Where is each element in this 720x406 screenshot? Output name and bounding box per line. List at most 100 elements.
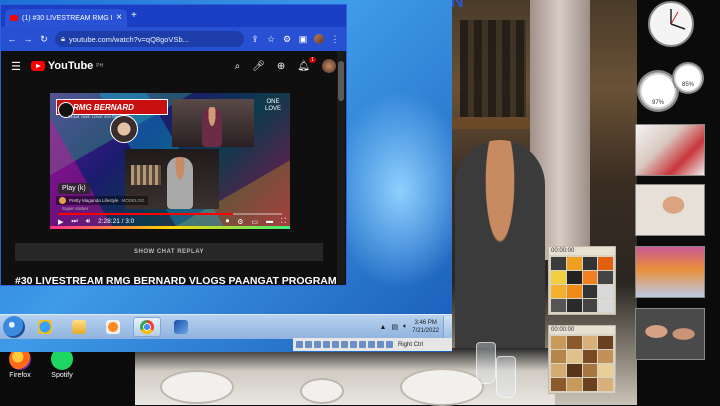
lock-icon: 🔒︎ — [61, 34, 65, 43]
taskbar-media-player[interactable] — [99, 317, 127, 337]
share-icon[interactable]: ⇪ — [250, 34, 260, 45]
start-orb-icon[interactable] — [3, 316, 25, 338]
folder-icon — [72, 320, 86, 334]
close-tab-icon[interactable]: × — [116, 13, 122, 23]
video-player[interactable]: RMG BERNARD TEAM ONE LOVE EDITING ONE LO… — [50, 93, 290, 229]
microphone-icon[interactable]: 🎤︎ — [252, 61, 265, 72]
optical-drive-icon[interactable] — [305, 341, 312, 348]
display-icon[interactable] — [350, 341, 357, 348]
tray-expand-icon[interactable]: ▲ — [380, 324, 387, 331]
notifications-bell-icon[interactable]: 🔔︎ 1 — [297, 56, 316, 72]
taskbar-clock[interactable]: 3:46 PM 7/21/2022 — [412, 319, 439, 335]
progress-bar[interactable] — [58, 213, 282, 215]
network-icon[interactable]: ▤ — [391, 323, 398, 331]
bottle-shelf — [460, 20, 526, 120]
decorative-strip — [50, 226, 290, 229]
virtual-machine-window: (1) #30 LIVESTREAM RMG BERNA × + ← → ↻ 🔒… — [0, 0, 452, 352]
plate — [300, 378, 344, 404]
keyboard-icon[interactable] — [386, 341, 393, 348]
guest-portrait — [110, 115, 138, 143]
youtube-header: ☰ YouTube PH ⌕ 🎤︎ ⊕ 🔔︎ 1 — [1, 51, 346, 81]
network-adapter-icon[interactable] — [323, 341, 330, 348]
recording-icon[interactable] — [359, 341, 366, 348]
back-icon[interactable]: ← — [7, 34, 17, 44]
system-tray: ▲ ▤ 🔈︎ 3:46 PM 7/21/2022 — [380, 319, 443, 335]
cpu-gauge-value: 97% — [651, 100, 664, 106]
memory-gauge-value: 85% — [681, 82, 694, 88]
volume-icon[interactable]: 🔊︎ — [86, 218, 90, 226]
puzzle-gadget[interactable]: 00:00:00 — [548, 246, 616, 315]
taskbar-file-explorer[interactable] — [65, 317, 93, 337]
puzzle-timer: 00:00:00 — [551, 248, 575, 254]
tray-volume-icon[interactable]: 🔈︎ — [403, 323, 407, 331]
shared-folder-icon[interactable] — [341, 341, 348, 348]
banner-title: RMG BERNARD — [73, 102, 134, 112]
chrome-window: (1) #30 LIVESTREAM RMG BERNA × + ← → ↻ 🔒… — [0, 4, 347, 287]
video-title: #30 LIVESTREAM RMG BERNARD VLOGS PAANGAT… — [15, 275, 337, 287]
bookmark-star-icon[interactable]: ☆ — [266, 34, 276, 45]
desktop-icon-spotify[interactable]: Spotify — [42, 348, 82, 379]
play-icon[interactable]: ▶ — [58, 218, 63, 226]
menu-icon[interactable]: ⋮ — [330, 34, 340, 45]
host-key-label: Right Ctrl — [398, 341, 424, 348]
show-desktop-button[interactable] — [443, 316, 452, 338]
tab-youtube[interactable]: (1) #30 LIVESTREAM RMG BERNA × — [5, 9, 127, 27]
forward-icon[interactable]: → — [23, 34, 33, 44]
taskbar-remote-desktop[interactable] — [167, 317, 195, 337]
internet-explorer-icon — [38, 320, 52, 334]
slideshow-thumb[interactable] — [635, 124, 705, 176]
slideshow-thumb[interactable] — [635, 184, 705, 236]
youtube-logo[interactable]: YouTube PH — [30, 60, 103, 72]
fullscreen-icon[interactable]: ⛶ — [281, 218, 286, 226]
profile-avatar[interactable] — [314, 34, 324, 44]
settings-gear-icon[interactable]: ⚙ — [237, 218, 243, 226]
clock-gadget — [648, 1, 694, 47]
show-chat-replay-button[interactable]: SHOW CHAT REPLAY — [15, 243, 323, 261]
puzzle-gadget[interactable]: 00:00:00 — [548, 325, 616, 394]
cpu-icon[interactable] — [368, 341, 375, 348]
desktop-icon-firefox[interactable]: Firefox — [0, 348, 40, 379]
miniplayer-icon[interactable]: ▭ — [251, 218, 258, 226]
audio-icon[interactable] — [314, 341, 321, 348]
youtube-header-actions: ⌕ 🎤︎ ⊕ 🔔︎ 1 — [235, 56, 336, 73]
chat-author: Pretty Maganda Lifestyle — [69, 198, 119, 203]
youtube-play-icon — [30, 61, 45, 71]
windows-taskbar: ▲ ▤ 🔈︎ 3:46 PM 7/21/2022 — [0, 314, 452, 339]
create-video-icon[interactable]: ⊕ — [277, 61, 285, 72]
chat-overlay-item: Pretty Maganda Lifestyle MODELOG — [56, 196, 148, 205]
taskbar-chrome[interactable] — [133, 317, 161, 337]
sidebar-icon[interactable]: ▣ — [298, 34, 308, 45]
media-player-icon — [106, 320, 120, 334]
search-icon[interactable]: ⌕ — [235, 61, 241, 72]
harddisk-icon[interactable] — [296, 341, 303, 348]
theater-icon[interactable]: ▬ — [266, 218, 273, 226]
play-tooltip: Play (k) — [58, 183, 90, 194]
account-avatar[interactable] — [322, 59, 336, 73]
remote-desktop-icon — [174, 320, 188, 334]
hamburger-menu-icon[interactable]: ☰ — [11, 60, 21, 73]
desktop-icon-label: Firefox — [9, 372, 31, 379]
autoplay-toggle-icon[interactable]: ⏺ — [226, 218, 230, 226]
progress-fill — [58, 213, 233, 215]
new-tab-button[interactable]: + — [131, 11, 137, 21]
channel-banner: RMG BERNARD — [56, 99, 168, 118]
one-love-logo: ONE LOVE — [264, 99, 281, 112]
slideshow-thumb[interactable] — [635, 246, 705, 298]
slideshow-thumb[interactable] — [635, 308, 705, 360]
next-icon[interactable]: ⏭ — [71, 218, 77, 226]
address-bar[interactable]: 🔒︎ youtube.com/watch?v=qQ8goVSb... — [55, 31, 244, 47]
url-text: youtube.com/watch?v=qQ8goVSb... — [69, 34, 189, 44]
mouse-integration-icon[interactable] — [377, 341, 384, 348]
youtube-favicon-icon — [10, 15, 18, 21]
extensions-icon[interactable]: ⚙ — [282, 34, 292, 45]
usb-icon[interactable] — [332, 341, 339, 348]
player-right-controls: ⏺ ⚙ ▭ ▬ ⛶ — [226, 218, 286, 226]
clock-time: 3:46 PM — [414, 320, 437, 326]
singer-person — [167, 157, 193, 209]
taskbar-internet-explorer[interactable] — [31, 317, 59, 337]
memory-gauge: 85% — [672, 62, 704, 94]
scrollbar-thumb[interactable] — [338, 61, 344, 101]
reload-icon[interactable]: ↻ — [39, 34, 49, 45]
chrome-icon — [140, 320, 154, 334]
page-scrollbar[interactable] — [337, 51, 345, 285]
